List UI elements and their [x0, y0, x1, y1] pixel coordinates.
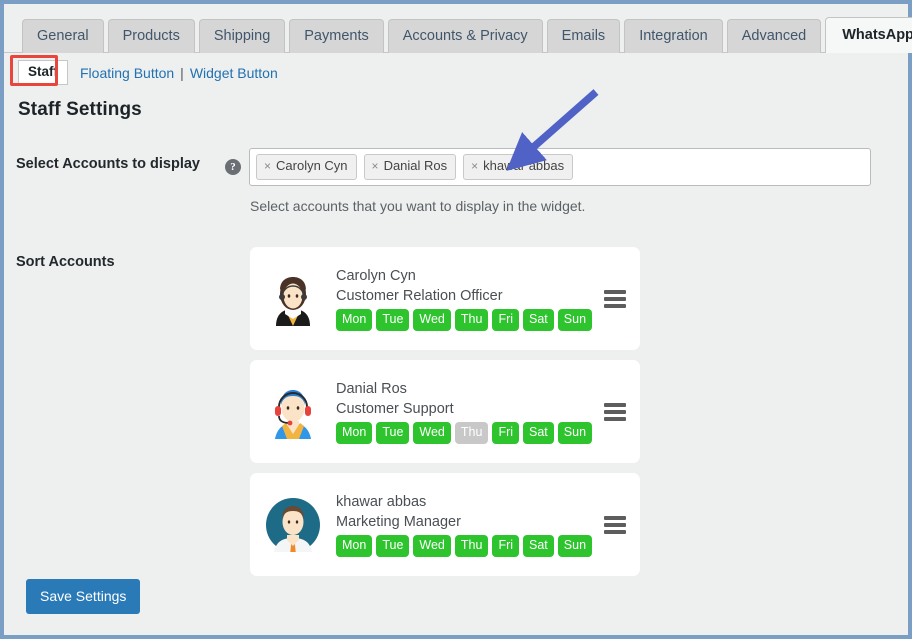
subnav-item-staff[interactable]: Staff — [18, 60, 68, 86]
day-toggle-wed[interactable]: Wed — [413, 421, 451, 445]
day-toggle-sat[interactable]: Sat — [523, 534, 554, 558]
subnav-item-floating-button[interactable]: Floating Button — [80, 65, 174, 81]
day-toggle-wed[interactable]: Wed — [413, 534, 451, 558]
day-toggle-sun[interactable]: Sun — [557, 534, 593, 558]
drag-handle-icon[interactable] — [604, 515, 626, 534]
tab-advanced[interactable]: Advanced — [726, 19, 822, 53]
day-toggle-thu[interactable]: Thu — [454, 308, 489, 332]
staff-name: Danial Ros — [336, 380, 407, 397]
token-label: Carolyn Cyn — [276, 158, 348, 174]
day-toggle-sat[interactable]: Sat — [523, 421, 554, 445]
select-accounts-input[interactable]: × Carolyn Cyn × Danial Ros × khawar abbas — [249, 148, 871, 186]
token-remove-icon[interactable]: × — [372, 159, 379, 175]
staff-role: Customer Support — [336, 400, 454, 417]
day-toggle-mon[interactable]: Mon — [336, 308, 373, 332]
day-toggle-fri[interactable]: Fri — [492, 308, 520, 332]
save-settings-button[interactable]: Save Settings — [26, 579, 141, 614]
day-toggle-tue[interactable]: Tue — [376, 421, 410, 445]
page-title: Staff Settings — [18, 99, 142, 120]
staff-name: khawar abbas — [336, 493, 427, 510]
staff-role: Customer Relation Officer — [336, 287, 503, 304]
token-label: khawar abbas — [483, 158, 565, 174]
tab-accounts-privacy[interactable]: Accounts & Privacy — [387, 19, 543, 53]
account-token[interactable]: × Danial Ros — [363, 154, 457, 180]
select-accounts-label: Select Accounts to display — [16, 156, 200, 172]
tab-shipping[interactable]: Shipping — [198, 19, 286, 53]
sort-accounts-label: Sort Accounts — [16, 254, 115, 270]
settings-tab-bar: General Products Shipping Payments Accounts … — [4, 4, 912, 53]
tab-products[interactable]: Products — [107, 19, 195, 53]
staff-day-toggles: Mon Tue Wed Thu Fri Sat Sun — [336, 534, 596, 558]
staff-day-toggles: Mon Tue Wed Thu Fri Sat Sun — [336, 421, 596, 445]
male-suit-avatar — [266, 497, 320, 552]
subnav-item-widget-button[interactable]: Widget Button — [190, 65, 278, 81]
day-toggle-sun[interactable]: Sun — [557, 421, 593, 445]
staff-name: Carolyn Cyn — [336, 267, 416, 284]
staff-role: Marketing Manager — [336, 513, 461, 530]
day-toggle-sat[interactable]: Sat — [523, 308, 554, 332]
tab-general[interactable]: General — [22, 19, 104, 53]
staff-day-toggles: Mon Tue Wed Thu Fri Sat Sun — [336, 308, 596, 332]
staff-card-body: Danial Ros Customer Support Mon Tue Wed Thu Fr… — [336, 379, 596, 445]
account-token[interactable]: × Carolyn Cyn — [256, 154, 357, 180]
token-remove-icon[interactable]: × — [471, 159, 478, 175]
staff-card-body: Carolyn Cyn Customer Relation Officer Mon T… — [336, 266, 596, 332]
tab-whatsapp-chat[interactable]: WhatsApp Chat — [825, 17, 912, 53]
day-toggle-fri[interactable]: Fri — [492, 534, 520, 558]
token-remove-icon[interactable]: × — [264, 159, 271, 175]
day-toggle-mon[interactable]: Mon — [336, 534, 373, 558]
question-mark-icon[interactable]: ? — [225, 159, 241, 175]
staff-card[interactable]: Carolyn Cyn Customer Relation Officer Mon T… — [250, 247, 640, 350]
staff-card[interactable]: khawar abbas Marketing Manager Mon Tue Wed Th… — [250, 473, 640, 576]
tab-emails[interactable]: Emails — [546, 19, 621, 53]
day-toggle-wed[interactable]: Wed — [413, 308, 451, 332]
staff-card[interactable]: Danial Ros Customer Support Mon Tue Wed Thu Fr… — [250, 360, 640, 463]
staff-card-body: khawar abbas Marketing Manager Mon Tue Wed Th… — [336, 492, 596, 558]
drag-handle-icon[interactable] — [604, 402, 626, 421]
day-toggle-fri[interactable]: Fri — [492, 421, 520, 445]
staff-card-list: Carolyn Cyn Customer Relation Officer Mon T… — [250, 247, 640, 586]
day-toggle-tue[interactable]: Tue — [376, 308, 410, 332]
day-toggle-sun[interactable]: Sun — [557, 308, 593, 332]
tab-payments[interactable]: Payments — [289, 19, 384, 53]
female-agent-avatar — [266, 272, 320, 326]
day-toggle-thu[interactable]: Thu — [454, 421, 489, 445]
tab-integration[interactable]: Integration — [624, 19, 723, 53]
select-accounts-hint: Select accounts that you want to display… — [250, 198, 586, 214]
day-toggle-tue[interactable]: Tue — [376, 534, 410, 558]
day-toggle-mon[interactable]: Mon — [336, 421, 373, 445]
token-label: Danial Ros — [383, 158, 448, 174]
drag-handle-icon[interactable] — [604, 289, 626, 308]
day-toggle-thu[interactable]: Thu — [454, 534, 489, 558]
account-token[interactable]: × khawar abbas — [463, 154, 574, 180]
sub-navigation: Staff Floating Button | Widget Button — [18, 60, 278, 86]
subnav-separator: | — [180, 64, 184, 81]
male-headset-avatar — [266, 385, 320, 439]
